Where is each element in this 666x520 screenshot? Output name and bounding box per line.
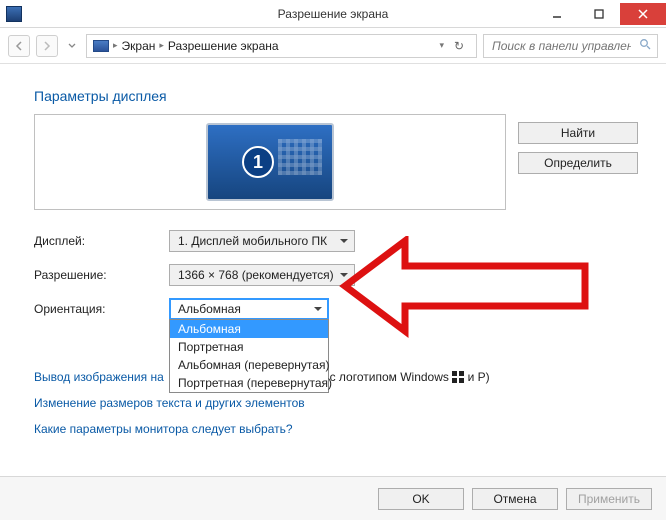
- orientation-label: Ориентация:: [34, 302, 169, 316]
- monitor-number-badge: 1: [242, 146, 274, 178]
- search-input[interactable]: [490, 38, 633, 54]
- cancel-button[interactable]: Отмена: [472, 488, 558, 510]
- display-preview[interactable]: 1: [34, 114, 506, 210]
- find-button[interactable]: Найти: [518, 122, 638, 144]
- resolution-dropdown-value: 1366 × 768 (рекомендуется): [178, 268, 334, 282]
- breadcrumb-item-resolution[interactable]: Разрешение экрана: [168, 39, 279, 53]
- windows-key-icon: [452, 371, 464, 383]
- dialog-footer: OK Отмена Применить: [0, 476, 666, 520]
- titlebar: Разрешение экрана: [0, 0, 666, 28]
- apply-button[interactable]: Применить: [566, 488, 652, 510]
- monitor-thumbnail[interactable]: 1: [206, 123, 334, 201]
- resolution-dropdown[interactable]: 1366 × 768 (рекомендуется): [169, 264, 355, 286]
- back-button[interactable]: [8, 35, 30, 57]
- chevron-right-icon: ▸: [159, 40, 164, 51]
- forward-button[interactable]: [36, 35, 58, 57]
- close-button[interactable]: [620, 3, 666, 25]
- app-icon: [6, 6, 22, 22]
- detect-button[interactable]: Определить: [518, 152, 638, 174]
- page-title: Параметры дисплея: [34, 88, 638, 104]
- refresh-button[interactable]: ↻: [448, 39, 470, 53]
- search-icon: [639, 38, 651, 53]
- resolution-label: Разрешение:: [34, 268, 169, 282]
- breadcrumb-item-screen[interactable]: Экран: [122, 39, 156, 53]
- monitor-help-link[interactable]: Какие параметры монитора следует выбрать…: [34, 422, 293, 436]
- navbar: ▸ Экран ▸ Разрешение экрана ▾ ↻: [0, 28, 666, 64]
- orientation-option-portrait[interactable]: Портретная: [170, 338, 328, 356]
- project-text-tail: и P): [464, 370, 489, 384]
- search-box[interactable]: [483, 34, 658, 58]
- display-dropdown[interactable]: 1. Дисплей мобильного ПК: [169, 230, 355, 252]
- project-link-prefix[interactable]: Вывод изображения на: [34, 370, 164, 384]
- links-block: Вывод изображения на ___________________…: [34, 370, 638, 436]
- orientation-dropdown[interactable]: Альбомная Альбомная Портретная Альбомная…: [169, 298, 329, 320]
- ok-button[interactable]: OK: [378, 488, 464, 510]
- maximize-button[interactable]: [578, 3, 620, 25]
- orientation-dropdown-value: Альбомная: [178, 302, 241, 316]
- orientation-option-landscape-flipped[interactable]: Альбомная (перевернутая): [170, 356, 328, 374]
- display-dropdown-value: 1. Дисплей мобильного ПК: [178, 234, 327, 248]
- recent-locations-button[interactable]: [64, 35, 80, 57]
- monitor-icon: [93, 40, 109, 52]
- breadcrumb[interactable]: ▸ Экран ▸ Разрешение экрана ▾ ↻: [86, 34, 477, 58]
- orientation-option-portrait-flipped[interactable]: Портретная (перевернутая): [170, 374, 328, 392]
- minimize-button[interactable]: [536, 3, 578, 25]
- chevron-right-icon: ▸: [113, 40, 118, 51]
- display-label: Дисплей:: [34, 234, 169, 248]
- orientation-option-landscape[interactable]: Альбомная: [170, 320, 328, 338]
- orientation-dropdown-list: Альбомная Портретная Альбомная (переверн…: [169, 319, 329, 393]
- chevron-down-icon[interactable]: ▾: [439, 40, 444, 51]
- text-size-link[interactable]: Изменение размеров текста и других элеме…: [34, 396, 305, 410]
- content-area: Параметры дисплея 1 Найти Определить Дис…: [0, 64, 666, 476]
